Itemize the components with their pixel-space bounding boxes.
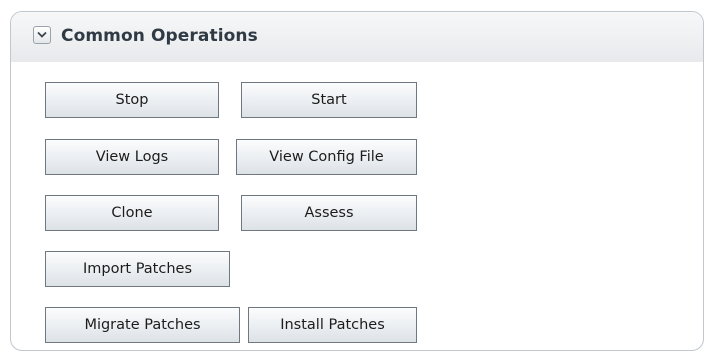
clone-button[interactable]: Clone	[45, 195, 219, 231]
collapse-toggle[interactable]	[33, 26, 51, 44]
import-patches-button[interactable]: Import Patches	[45, 251, 230, 287]
view-config-file-button[interactable]: View Config File	[236, 139, 417, 175]
assess-button[interactable]: Assess	[241, 195, 417, 231]
start-button[interactable]: Start	[241, 82, 417, 118]
chevron-down-icon	[37, 31, 47, 38]
stop-button[interactable]: Stop	[45, 82, 219, 118]
migrate-patches-button[interactable]: Migrate Patches	[45, 307, 240, 343]
install-patches-button[interactable]: Install Patches	[248, 307, 417, 343]
panel-header: Common Operations	[11, 12, 703, 62]
common-operations-panel: Common Operations Stop Start View Logs V…	[10, 11, 704, 351]
panel-title: Common Operations	[61, 26, 258, 46]
view-logs-button[interactable]: View Logs	[45, 139, 219, 175]
